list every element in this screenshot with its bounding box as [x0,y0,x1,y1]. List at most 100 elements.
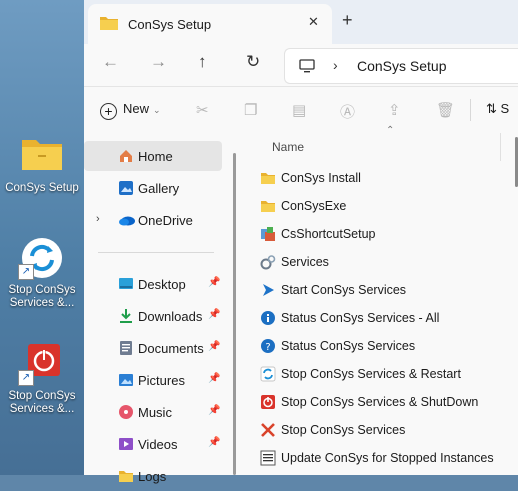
share-icon[interactable]: ⇪ [388,101,401,119]
file-row-consys-install[interactable]: ConSys Install [238,164,508,192]
documents-icon [118,340,134,356]
close-icon[interactable]: ✕ [308,14,319,30]
power-icon: ↗ [18,342,66,386]
file-row-consysexe[interactable]: ConSysExe [238,192,508,220]
file-row-status-all[interactable]: Status ConSys Services - All [238,304,508,332]
computer-icon [299,59,315,78]
delete-icon[interactable]: 🗑 [436,101,455,119]
restart-icon: ↗ [18,236,66,280]
folder-icon [118,468,134,484]
file-row-start-consys-services[interactable]: Start ConSys Services [238,276,508,304]
sidebar-item-videos[interactable]: Videos 📌 [84,429,222,459]
desktop-icon-label: Stop ConSys Services &... [8,284,76,309]
chevron-down-icon: ⌄ [153,105,161,115]
installer-icon [260,226,276,242]
folder-icon [18,134,66,178]
power-icon [260,394,276,410]
pin-icon[interactable]: 📌 [208,309,220,320]
sort-button[interactable]: ⇅ S [486,101,509,117]
desktop-icon-stop-shutdown[interactable]: ↗ Stop ConSys Services &... [0,342,84,416]
cloud-icon [118,212,135,228]
services-icon [260,254,276,270]
start-icon [260,282,276,298]
command-bar: + New ⌄ ✂ ❐ ▤ Ⓐ ⇪ 🗑 ⇅ S [84,87,518,133]
forward-button[interactable]: → [150,52,167,72]
sidebar-item-documents[interactable]: Documents 📌 [84,333,222,363]
info-icon [260,310,276,326]
new-button[interactable]: + New ⌄ [100,101,161,120]
sidebar-item-downloads[interactable]: Downloads 📌 [84,301,222,331]
file-name: Stop ConSys Services & Restart [281,367,461,381]
pictures-icon [118,372,134,388]
pin-icon[interactable]: 📌 [208,373,220,384]
sidebar-item-gallery[interactable]: Gallery [84,173,222,203]
file-row-stop[interactable]: Stop ConSys Services [238,416,508,444]
file-row-csshortcutsetup[interactable]: CsShortcutSetup [238,220,508,248]
svg-text:?: ? [265,342,270,353]
shortcut-arrow-icon: ↗ [18,370,34,386]
new-tab-button[interactable]: + [342,10,353,31]
file-list: ⌃ Name ConSys Install ConSysExe CsShortc… [238,125,518,475]
rename-icon[interactable]: Ⓐ [340,101,355,122]
sidebar-item-label: Desktop [138,277,186,292]
desktop-icon-consys-setup[interactable]: ConSys Setup [0,134,84,195]
sidebar-item-music[interactable]: Music 📌 [84,397,222,427]
chevron-right-icon[interactable]: › [96,213,100,225]
file-row-services[interactable]: Services [238,248,508,276]
pin-icon[interactable]: 📌 [208,405,220,416]
sort-icon: ⇅ [486,101,497,116]
desktop-icon-label: ConSys Setup [5,182,79,194]
file-row-stop-restart[interactable]: Stop ConSys Services & Restart [238,360,508,388]
address-bar[interactable]: › ConSys Setup [284,48,518,84]
breadcrumb-separator: › [333,57,338,73]
sort-caret-icon: ⌃ [386,125,395,136]
file-name: ConSysExe [281,199,347,213]
file-explorer-window: ConSys Setup ✕ + ← → ↑ ↻ › ConSys Setup … [84,0,518,484]
refresh-button[interactable]: ↻ [246,52,260,72]
sidebar-item-logs[interactable]: Logs [84,461,222,491]
paste-icon[interactable]: ▤ [292,101,306,119]
home-icon [118,148,134,164]
file-row-status[interactable]: ? Status ConSys Services [238,332,508,360]
pin-icon[interactable]: 📌 [208,277,220,288]
download-icon [118,308,134,324]
column-divider[interactable] [500,133,501,161]
desktop-icon-stop-restart[interactable]: ↗ Stop ConSys Services &... [0,236,84,310]
column-header-name[interactable]: Name [272,140,304,154]
explorer-body: Home Gallery › OneDrive Desktop 📌 Downlo… [84,125,518,484]
update-icon [260,450,276,466]
file-name: Status ConSys Services - All [281,311,440,325]
file-row-stop-shutdown[interactable]: Stop ConSys Services & ShutDown [238,388,508,416]
new-label: New [123,101,150,116]
pin-icon[interactable]: 📌 [208,341,220,352]
navigation-pane: Home Gallery › OneDrive Desktop 📌 Downlo… [84,133,236,484]
file-row-update[interactable]: Update ConSys for Stopped Instances [238,444,508,472]
sidebar-item-label: Music [138,405,172,420]
copy-icon[interactable]: ❐ [244,101,257,119]
sidebar-item-home[interactable]: Home [84,141,222,171]
divider [98,252,214,253]
file-name: Stop ConSys Services & ShutDown [281,395,479,409]
cut-icon[interactable]: ✂ [196,101,209,119]
tab-consys-setup[interactable]: ConSys Setup ✕ [88,4,332,44]
file-list-scrollbar[interactable] [512,133,518,475]
divider [470,99,471,121]
sidebar-item-label: OneDrive [138,213,193,228]
sidebar-item-onedrive[interactable]: › OneDrive [84,205,222,235]
file-name: Services [281,255,329,269]
sidebar-item-desktop[interactable]: Desktop 📌 [84,269,222,299]
pin-icon[interactable]: 📌 [208,437,220,448]
gallery-icon [118,180,134,196]
breadcrumb-consys-setup[interactable]: ConSys Setup [357,58,447,74]
file-name: Start ConSys Services [281,283,407,297]
sidebar-item-label: Documents [138,341,204,356]
videos-icon [118,436,134,452]
sidebar-item-label: Pictures [138,373,185,388]
sidebar-item-pictures[interactable]: Pictures 📌 [84,365,222,395]
file-name: Status ConSys Services [281,339,416,353]
navigation-bar: ← → ↑ ↻ › ConSys Setup [84,44,518,86]
sort-label: S [500,101,510,116]
up-button[interactable]: ↑ [198,52,207,72]
sidebar-scrollbar[interactable] [233,153,236,475]
back-button[interactable]: ← [102,52,119,72]
